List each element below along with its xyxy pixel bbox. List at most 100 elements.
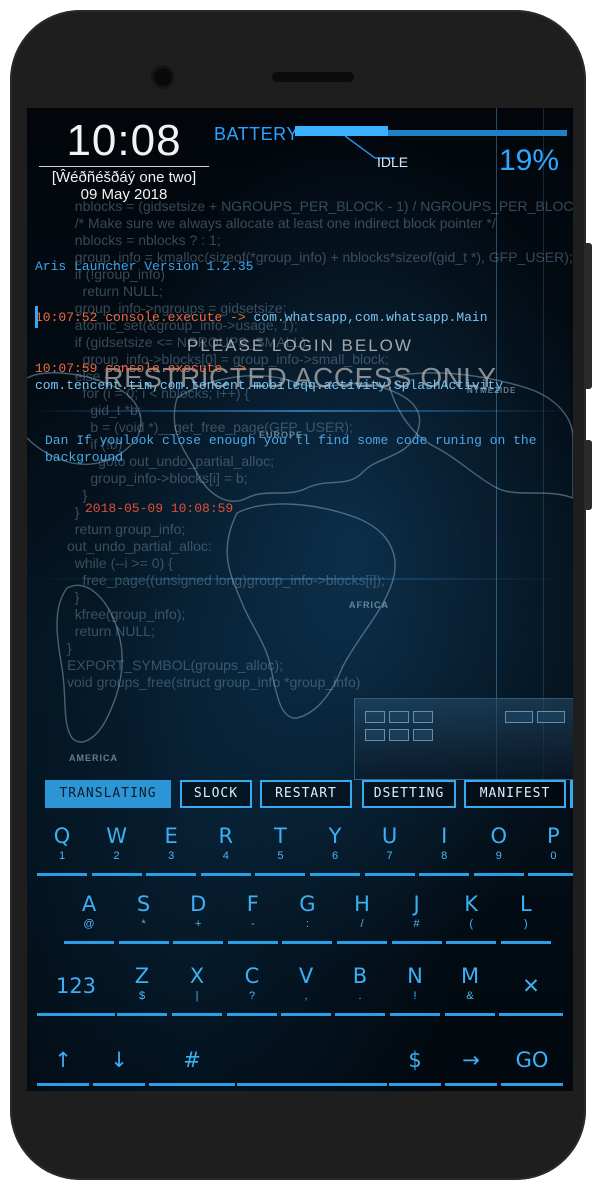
- key-l[interactable]: L): [500, 892, 551, 944]
- key-underline: [337, 941, 387, 944]
- suggestion-chip-overflow[interactable]: [570, 780, 573, 808]
- key-r[interactable]: R4: [200, 824, 251, 876]
- key-label: I: [441, 824, 448, 848]
- key-underline: [37, 1013, 115, 1016]
- key-alt-label: #: [413, 918, 420, 930]
- key-v[interactable]: V,: [281, 964, 331, 1016]
- key-p[interactable]: P0: [528, 824, 573, 876]
- key-underline: [237, 1083, 387, 1086]
- key-shift[interactable]: ↑: [37, 1038, 89, 1086]
- earpiece-speaker: [272, 72, 354, 82]
- key-label: #: [183, 1048, 201, 1072]
- key-s[interactable]: S *: [118, 892, 169, 944]
- key-label: R: [218, 824, 234, 848]
- key-alt-label: 0: [550, 850, 557, 862]
- key-f[interactable]: F-: [227, 892, 278, 944]
- suggestion-chip-restart[interactable]: RESTART: [260, 780, 352, 808]
- key-j[interactable]: J #: [391, 892, 442, 944]
- power-button: [584, 440, 592, 510]
- key-delete[interactable]: ✕: [499, 964, 563, 1016]
- key-underline: [146, 873, 197, 876]
- map-label-america: AMERICA: [69, 753, 118, 763]
- key-underline: [227, 941, 278, 944]
- key-label: 123: [55, 974, 97, 998]
- key-label: N: [407, 964, 423, 988]
- key-q[interactable]: Q1: [37, 824, 87, 876]
- suggestion-chip-slock[interactable]: SLOCK: [180, 780, 252, 808]
- key-alt-label: @: [83, 918, 95, 930]
- console-version: Aris Launcher Version 1.2.35: [35, 259, 254, 274]
- key-down[interactable]: ↓: [93, 1038, 145, 1086]
- key-alt-label: 4: [222, 850, 229, 862]
- volume-button: [584, 243, 592, 389]
- key-label: F: [246, 892, 259, 916]
- key-e[interactable]: E3: [146, 824, 197, 876]
- key-underline: [93, 1083, 145, 1086]
- key-x[interactable]: X |: [172, 964, 222, 1016]
- key-go[interactable]: GO: [501, 1038, 563, 1086]
- console-note: Dan If youlook close enough you'll find …: [35, 432, 565, 466]
- key-c[interactable]: C?: [227, 964, 277, 1016]
- key-label: D: [190, 892, 207, 916]
- key-underline: [117, 1013, 167, 1016]
- key-alt-label: 9: [495, 850, 502, 862]
- key-m[interactable]: M &: [445, 964, 495, 1016]
- key-label: S: [136, 892, 151, 916]
- key-underline: [391, 941, 442, 944]
- key-underline: [501, 1083, 563, 1086]
- key-h[interactable]: H /: [337, 892, 387, 944]
- key-alt-label: ?: [248, 990, 256, 1002]
- key-label: M: [460, 964, 480, 988]
- key-z[interactable]: Z $: [117, 964, 167, 1016]
- key-$[interactable]: $: [389, 1038, 441, 1086]
- phone-frame: nblocks = (gidsetsize + NGROUPS_PER_BLOC…: [10, 10, 592, 1180]
- key-underline: [445, 1013, 495, 1016]
- key-y[interactable]: Y6: [310, 824, 360, 876]
- key-underline: [419, 873, 470, 876]
- key-alt-label: (: [469, 918, 474, 930]
- key-alt-label: ,: [304, 990, 308, 1002]
- key-i[interactable]: I8: [419, 824, 470, 876]
- map-label-africa: AFRICA: [349, 600, 389, 610]
- key-n[interactable]: N!: [390, 964, 440, 1016]
- key-underline: [445, 1083, 497, 1086]
- key-label: V: [298, 964, 314, 988]
- key-underline: [499, 1013, 563, 1016]
- battery-state: IDLE: [377, 154, 409, 170]
- key-d[interactable]: D +: [173, 892, 224, 944]
- log-command: console.execute ->: [105, 310, 246, 325]
- battery-level-bar: [295, 126, 388, 136]
- key-t[interactable]: T5: [255, 824, 306, 876]
- key-right[interactable]: →: [445, 1038, 497, 1086]
- console-line: 10:07:52 console.execute -> com.whatsapp…: [35, 309, 565, 326]
- key-underline: [149, 1083, 235, 1086]
- clock-widget[interactable]: 10:08 [Ŵéðñéšðáý one two] 09 May 2018: [39, 118, 209, 203]
- key-label: H: [354, 892, 370, 916]
- key-underline: [389, 1083, 441, 1086]
- key-#[interactable]: #: [149, 1038, 235, 1086]
- key-alt-label: 3: [168, 850, 175, 862]
- key-k[interactable]: K(: [446, 892, 497, 944]
- control-panel-graphic: [354, 698, 573, 780]
- key-o[interactable]: O9: [473, 824, 524, 876]
- key-123[interactable]: 123: [37, 964, 115, 1016]
- key-space[interactable]: [237, 1038, 387, 1086]
- key-alt-label: |: [195, 990, 199, 1002]
- screen: nblocks = (gidsetsize + NGROUPS_PER_BLOC…: [27, 108, 573, 1091]
- key-underline: [118, 941, 169, 944]
- key-alt-label: 6: [331, 850, 339, 862]
- key-alt-label: 7: [386, 850, 393, 862]
- suggestion-chip-translating[interactable]: TRANSLATING: [45, 780, 171, 808]
- key-alt-label: &: [466, 990, 474, 1002]
- key-u[interactable]: U7: [364, 824, 415, 876]
- key-g[interactable]: G:: [282, 892, 333, 944]
- suggestion-chip-manifest[interactable]: MANIFEST: [464, 780, 566, 808]
- key-label: A: [81, 892, 97, 916]
- key-a[interactable]: A @: [64, 892, 114, 944]
- key-label: L: [519, 892, 532, 916]
- key-label: O: [490, 824, 508, 848]
- suggestion-chip-dsetting[interactable]: DSETTING: [362, 780, 456, 808]
- log-command: console.execute ->: [105, 361, 246, 376]
- key-b[interactable]: B.: [335, 964, 385, 1016]
- key-w[interactable]: W2: [91, 824, 142, 876]
